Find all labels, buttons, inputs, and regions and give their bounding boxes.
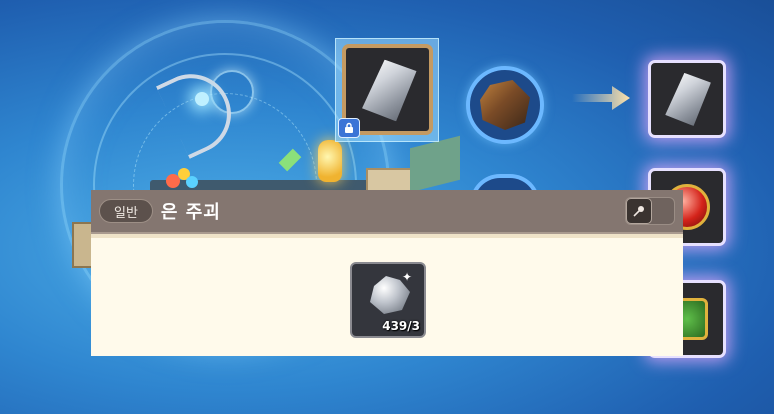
- potion-bottle-decoration: [318, 140, 342, 182]
- grade-badge: 일반: [99, 199, 153, 223]
- pin-toggle[interactable]: [625, 197, 675, 225]
- item-tooltip: 일반 은 주괴 ✦ 439/3: [91, 190, 683, 356]
- crafting-scene: 일반 은 주괴 ✦ 439/3: [0, 0, 774, 414]
- glowing-orb-decoration: [195, 92, 209, 106]
- banner-decoration: [410, 135, 460, 193]
- crate-decoration: [366, 168, 412, 192]
- material-slot[interactable]: ✦ 439/3: [350, 262, 426, 338]
- pin-icon[interactable]: [626, 198, 652, 224]
- material-count: 439/3: [382, 319, 420, 333]
- tooltip-header: 일반 은 주괴: [91, 190, 683, 234]
- gem-decoration: [186, 176, 198, 188]
- tooltip-body: ✦ 439/3: [91, 234, 683, 356]
- lock-icon: [338, 118, 360, 138]
- item-name: 은 주괴: [160, 202, 221, 223]
- silver-ingot-icon: [662, 70, 712, 127]
- arrow-right-icon: [572, 86, 630, 110]
- sparkle-icon: ✦: [402, 270, 413, 284]
- result-slot[interactable]: [648, 60, 726, 138]
- silver-ingot-icon: [358, 56, 417, 123]
